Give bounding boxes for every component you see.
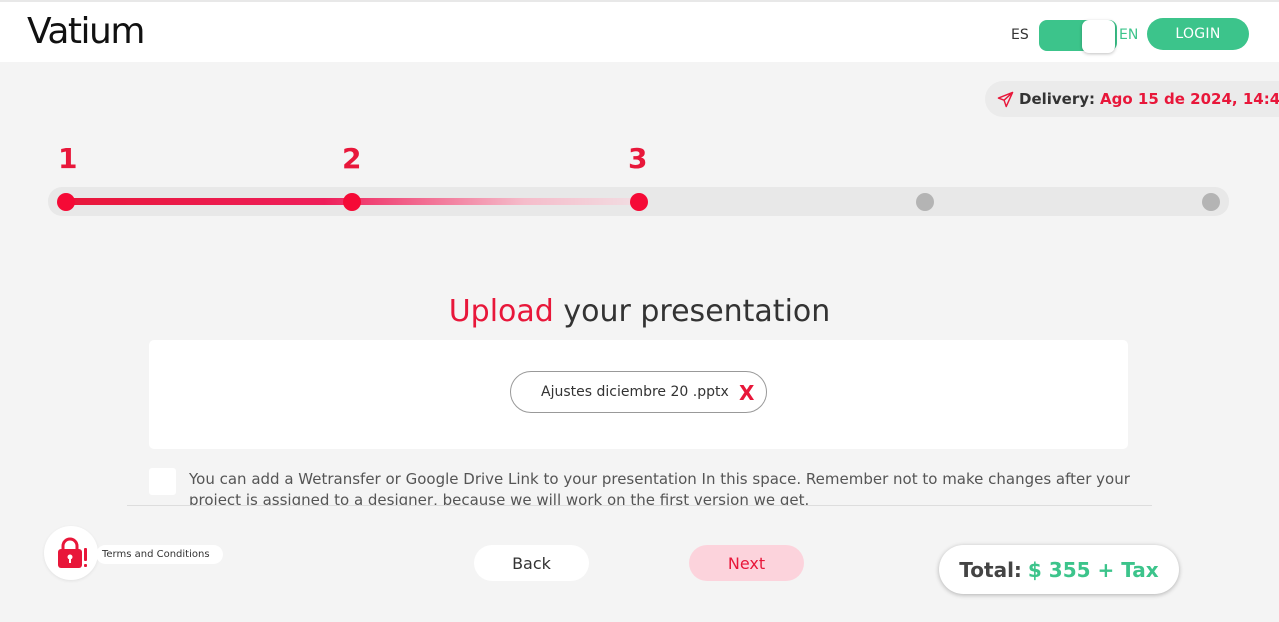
- delivery-badge: Delivery: Ago 15 de 2024, 14:49: [985, 81, 1279, 117]
- language-es-label: ES: [1011, 27, 1029, 43]
- total-value: $ 355 + Tax: [1027, 557, 1159, 582]
- terms-lock-badge[interactable]: [44, 526, 98, 580]
- language-toggle-knob[interactable]: [1082, 20, 1115, 53]
- step-dot-5: [1202, 193, 1220, 211]
- terms-and-conditions-link[interactable]: Terms and Conditions: [96, 545, 223, 564]
- page-title-rest: your presentation: [563, 294, 831, 329]
- page-title: Upload your presentation: [0, 294, 1279, 329]
- step-dot-2[interactable]: [343, 193, 361, 211]
- step-number-2: 2: [342, 142, 362, 175]
- total-label: Total:: [959, 557, 1022, 582]
- delivery-date: Ago 15 de 2024, 14:49: [1100, 90, 1279, 108]
- total-badge: Total: $ 355 + Tax: [939, 545, 1179, 594]
- vatium-logo[interactable]: Vatium: [27, 11, 145, 52]
- step-dot-4: [916, 193, 934, 211]
- next-button[interactable]: Next: [689, 545, 804, 581]
- paper-plane-icon: [997, 91, 1014, 107]
- back-button[interactable]: Back: [474, 545, 589, 581]
- step-number-1: 1: [58, 142, 78, 175]
- uploaded-file-name: Ajustes diciembre 20 .pptx: [541, 384, 729, 400]
- page-title-accent: Upload: [448, 294, 554, 329]
- link-note-checkbox[interactable]: [149, 468, 176, 495]
- top-bar: Vatium ES EN LOGIN: [0, 0, 1279, 62]
- uploaded-file-chip: Ajustes diciembre 20 .pptx X: [510, 371, 767, 413]
- link-note-text: You can add a Wetransfer or Google Drive…: [189, 470, 1130, 505]
- language-toggle[interactable]: [1039, 20, 1117, 53]
- step-dot-1[interactable]: [57, 193, 75, 211]
- lock-warning-icon: [58, 537, 87, 568]
- step-dot-3[interactable]: [630, 193, 648, 211]
- step-number-3: 3: [628, 142, 648, 175]
- login-button[interactable]: LOGIN: [1147, 18, 1249, 50]
- divider: [127, 505, 1152, 506]
- delivery-label: Delivery:: [1019, 90, 1096, 108]
- language-en-label: EN: [1119, 27, 1139, 43]
- remove-file-button[interactable]: X: [739, 381, 754, 405]
